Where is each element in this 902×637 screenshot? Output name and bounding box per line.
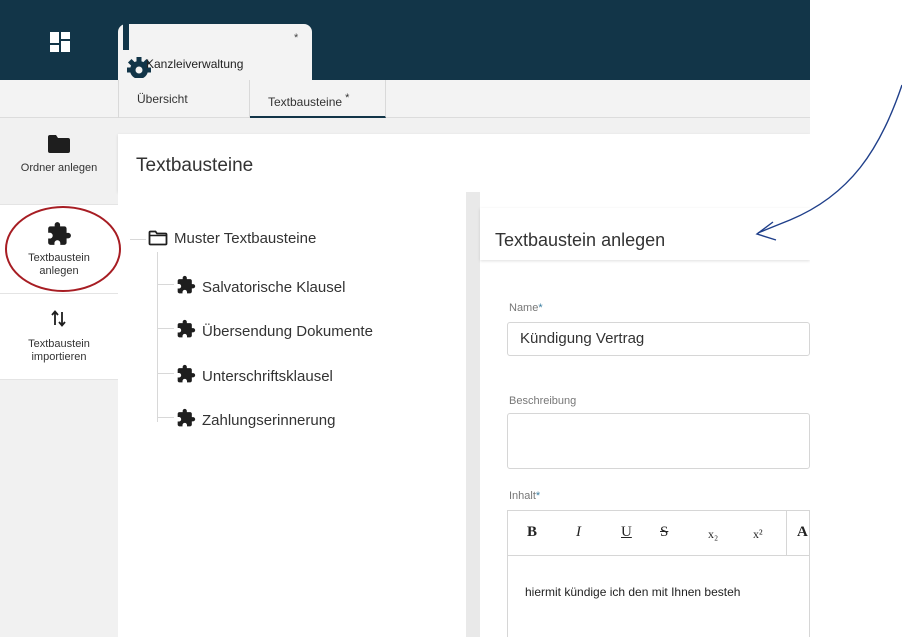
puzzle-icon [177,364,196,383]
tree-folder-label: Muster Textbausteine [174,230,317,247]
tab-textbausteine-label: Textbausteine [268,95,343,109]
tree-item[interactable]: Zahlungserinnerung [158,408,336,429]
form-title: Textbaustein anlegen [495,230,666,250]
tree-item-label: Übersendung Dokumente [202,323,373,340]
page-title: Textbausteine [136,155,254,176]
tree-item-label: Unterschriftsklausel [202,368,333,385]
tree-item[interactable]: Unterschriftsklausel [158,364,333,385]
font-color-button[interactable]: A [797,524,808,541]
tree-folder-muster[interactable]: Muster Textbausteine [148,230,316,247]
ordner-anlegen-label: Ordner anlegen [20,162,98,174]
beschreibung-label: Beschreibung [509,395,577,407]
tree-item-label: Salvatorische Klausel [202,279,346,296]
editor-toolbar: B I U S x₂ x² A [508,511,809,556]
app-tab-kanzleiverwaltung[interactable]: Kanzleiverwaltung * [118,24,312,80]
inhalt-label: Inhalt* [509,490,541,502]
app-window: Kanzleiverwaltung * Übersicht Textbauste… [0,0,810,637]
app-tab-unsaved-marker: * [294,32,299,44]
textbaustein-tree: Muster Textbausteine Salvatorische Klaus… [118,192,466,637]
name-input-value: Kündigung Vertrag [520,330,645,347]
tab-uebersicht-label: Übersicht [137,92,188,106]
left-action-toolbar: Ordner anlegen Textbaustein anlegen Text… [0,118,118,637]
textbaustein-importieren-label-2: importieren [31,351,87,363]
folder-outline-icon [148,230,168,246]
ordner-anlegen-button[interactable]: Ordner anlegen [0,134,118,204]
app-tab-title: Kanzleiverwaltung [146,57,244,71]
puzzle-icon [177,408,196,427]
editor-content[interactable]: hiermit kündige ich den mit Ihnen besteh [525,585,740,599]
app-tab-accent [123,24,129,50]
subscript-button[interactable]: x₂ [708,527,718,542]
tab-textbausteine[interactable]: Textbausteine * [250,80,386,118]
tree-connector [130,239,146,240]
inhalt-editor[interactable]: B I U S x₂ x² A hiermit kündige ich den … [507,510,810,637]
form-header: Textbaustein anlegen [480,208,810,260]
tab-uebersicht[interactable]: Übersicht [118,80,250,118]
strikethrough-button[interactable]: S [660,524,668,541]
name-label: Name* [509,302,543,314]
toolbar-separator [786,511,787,555]
underline-button[interactable]: U [621,524,632,541]
tree-item[interactable]: Salvatorische Klausel [158,275,346,296]
tab-unsaved-marker: * [345,92,350,104]
page-header: Textbausteine [118,134,810,192]
beschreibung-input[interactable] [507,413,810,469]
tree-connector-vertical [157,252,158,422]
sub-tab-bar: Übersicht Textbausteine * [0,80,810,118]
italic-button[interactable]: I [576,524,581,541]
puzzle-icon [177,275,196,294]
textbaustein-importieren-button[interactable]: Textbaustein importieren [0,294,118,380]
panel-splitter[interactable] [466,192,480,637]
tree-item[interactable]: Übersendung Dokumente [158,319,373,340]
textbaustein-importieren-label-1: Textbaustein [28,338,90,350]
superscript-button[interactable]: x² [753,527,763,542]
name-input[interactable]: Kündigung Vertrag [507,322,810,356]
tree-item-label: Zahlungserinnerung [202,412,336,429]
import-arrows-icon [51,310,66,327]
textbaustein-form: Textbaustein anlegen Name* Kündigung Ver… [480,192,810,637]
puzzle-icon [177,319,196,338]
highlight-ring [5,206,121,292]
top-header: Kanzleiverwaltung * [0,0,810,80]
bold-button[interactable]: B [527,524,537,541]
folder-icon [48,135,70,153]
apps-grid-icon[interactable] [50,32,70,52]
